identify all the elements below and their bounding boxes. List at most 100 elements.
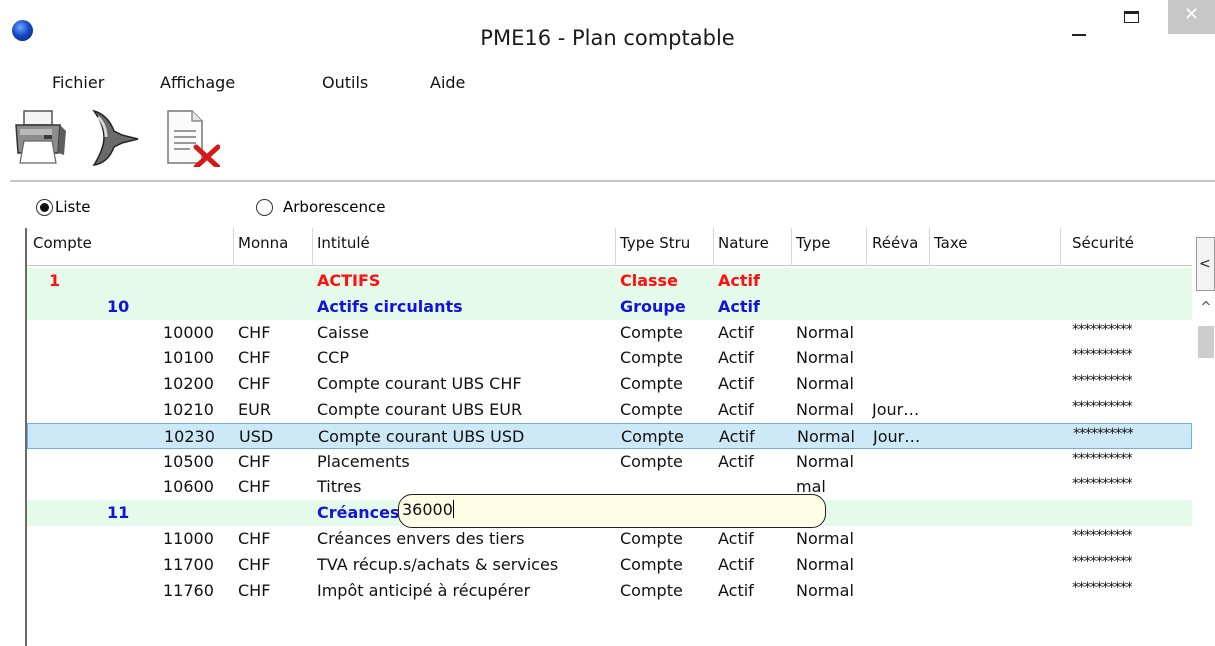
col-divider[interactable] [312, 228, 313, 266]
account-row[interactable]: 11760 CHF Impôt anticipé à récupérer Compte… [27, 577, 1192, 604]
cell-securite: ********** [1073, 425, 1133, 442]
account-row[interactable]: 11000 CHF Créances envers des tiers Compte A… [27, 526, 1192, 552]
scroll-panel [1196, 237, 1215, 646]
col-divider[interactable] [615, 228, 616, 266]
cell-type-struct: Compte [620, 451, 683, 471]
cell-reeval: Jour… [872, 400, 920, 419]
cell-monnaie: CHF [238, 529, 271, 548]
radio-liste-label: Liste [55, 198, 91, 216]
cell-nature: Actif [718, 322, 754, 342]
radio-arborescence-button[interactable] [256, 199, 273, 216]
cell-intitule: Placements [317, 451, 410, 471]
scroll-up-arrow-icon[interactable]: ^ [1198, 300, 1214, 322]
cell-type: Normal [796, 554, 854, 574]
col-divider[interactable] [929, 228, 930, 266]
account-row[interactable]: 10210 EUR Compte courant UBS EUR Compte Acti… [27, 397, 1192, 423]
cell-monnaie: CHF [238, 580, 271, 600]
col-divider[interactable] [791, 228, 792, 266]
account-row[interactable]: 11700 CHF TVA récup.s/achats & services Com… [27, 551, 1192, 578]
cell-securite: ********** [1072, 399, 1132, 415]
cell-intitule: Créances envers des tiers [317, 529, 525, 548]
col-type[interactable]: Type [796, 234, 866, 252]
col-type-structure[interactable]: Type Stru [620, 234, 713, 252]
account-row[interactable]: 10500 CHF Placements Compte Actif Normal *****… [27, 448, 1192, 475]
cell-type: Normal [796, 348, 854, 368]
filter-funnel-icon[interactable] [88, 105, 148, 167]
collapse-panel-button[interactable]: < [1196, 237, 1215, 291]
cell-securite: ********** [1072, 528, 1132, 544]
cell-reeval: Jour… [873, 426, 921, 446]
cell-intitule: Actifs circulants [317, 296, 463, 316]
cell-nature: Actif [718, 271, 760, 290]
cell-monnaie: CHF [238, 374, 271, 394]
cell-type: Normal [797, 426, 855, 446]
cell-intitule: Compte courant UBS USD [318, 426, 525, 446]
class-row[interactable]: 1 ACTIFS Classe Actif [27, 268, 1192, 294]
cell-intitule: Impôt anticipé à récupérer [317, 580, 531, 600]
col-securite[interactable]: Sécurité [1072, 234, 1182, 252]
cell-intitule: Titres [317, 477, 362, 497]
cell-type-struct: Compte [620, 554, 683, 574]
cell-intitule: Compte courant UBS CHF [317, 374, 522, 394]
cell-type-struct: Compte [620, 529, 683, 548]
col-nature[interactable]: Nature [718, 234, 791, 252]
cell-monnaie: CHF [238, 451, 271, 471]
account-row[interactable]: 10000 CHF Caisse Compte Actif Normal *********… [27, 319, 1192, 346]
cell-securite: ********** [1072, 373, 1132, 390]
cell-compte: 10230 [164, 426, 215, 446]
cell-monnaie: CHF [238, 477, 271, 497]
scrollbar-thumb[interactable] [1198, 326, 1214, 358]
menu-fichier[interactable]: Fichier [52, 73, 104, 92]
menu-outils[interactable]: Outils [322, 73, 368, 92]
account-search-input[interactable]: 36000 [398, 494, 826, 528]
cell-nature: Actif [718, 580, 754, 600]
radio-liste-button[interactable] [36, 199, 53, 216]
text-caret [452, 500, 454, 518]
col-divider[interactable] [233, 228, 234, 266]
col-intitule[interactable]: Intitulé [317, 234, 615, 252]
cell-compte: 1 [49, 271, 61, 290]
account-row[interactable]: 10100 CHF CCP Compte Actif Normal ********** [27, 345, 1192, 372]
cell-monnaie: USD [239, 426, 274, 446]
cell-securite: ********** [1072, 347, 1132, 364]
window-title: PME16 - Plan comptable [480, 26, 735, 50]
printer-icon[interactable] [10, 105, 70, 167]
cell-compte: 10500 [163, 451, 214, 471]
cell-compte: 10000 [163, 322, 214, 342]
cell-compte: 10200 [163, 374, 214, 394]
accounts-grid: Compte Monna Intitulé Type Stru Nature T… [25, 228, 1192, 646]
col-reevaluation[interactable]: Rééva [872, 234, 929, 252]
group-row[interactable]: 10 Actifs circulants Groupe Actif [27, 293, 1192, 320]
col-divider[interactable] [1060, 228, 1061, 266]
cell-nature: Actif [719, 426, 755, 446]
maximize-icon[interactable] [1124, 11, 1139, 23]
cell-compte: 10210 [163, 400, 214, 419]
cell-nature: Actif [718, 374, 754, 394]
col-divider[interactable] [866, 228, 867, 266]
delete-document-icon[interactable] [160, 105, 221, 170]
cell-type-struct: Compte [621, 426, 684, 446]
col-compte[interactable]: Compte [33, 234, 233, 252]
cell-type-struct: Compte [620, 322, 683, 342]
minimize-icon[interactable] [1072, 26, 1088, 36]
col-divider[interactable] [713, 228, 714, 266]
menu-aide[interactable]: Aide [430, 73, 465, 92]
cell-compte: 10100 [163, 348, 214, 368]
cell-nature: Actif [718, 451, 754, 471]
cell-nature: Actif [718, 400, 754, 419]
close-icon[interactable]: ✕ [1168, 0, 1215, 34]
cell-monnaie: CHF [238, 322, 271, 342]
col-taxe[interactable]: Taxe [934, 234, 1060, 252]
menu-affichage[interactable]: Affichage [160, 73, 235, 92]
cell-securite: ********** [1072, 321, 1132, 338]
cell-securite: ********** [1072, 579, 1132, 596]
col-monnaie[interactable]: Monna [238, 234, 312, 252]
account-search-value: 36000 [402, 500, 453, 519]
cell-type-struct: Classe [620, 271, 678, 290]
cell-securite: ********** [1072, 553, 1132, 570]
cell-nature: Actif [718, 296, 760, 316]
account-row[interactable]: 10230 USD Compte courant UBS USD Compte Acti… [27, 422, 1192, 449]
account-row[interactable]: 10200 CHF Compte courant UBS CHF Compte Acti… [27, 371, 1192, 398]
grid-header: Compte Monna Intitulé Type Stru Nature T… [27, 228, 1192, 266]
cell-intitule: TVA récup.s/achats & services [317, 554, 559, 574]
